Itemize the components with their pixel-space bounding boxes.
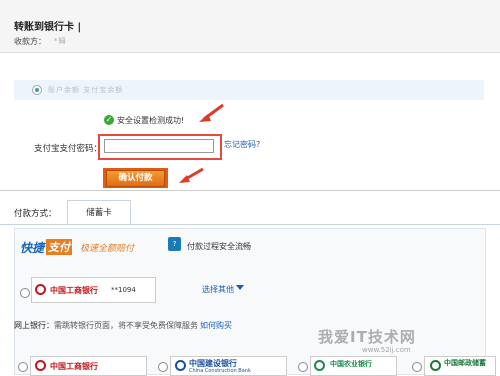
how-to-buy-link[interactable]: 如何购买: [200, 320, 232, 331]
password-label: 支付宝支付密码：: [34, 144, 103, 154]
account-radio[interactable]: [32, 85, 42, 95]
bank-radio[interactable]: [18, 362, 28, 372]
bank-name: 中国工商银行: [50, 362, 98, 371]
card-bank-name: 中国工商银行: [50, 286, 98, 295]
check-circle-icon: ✓: [104, 115, 114, 125]
express-pay-tagline: 极速全额赔付: [80, 244, 135, 254]
watermark: 我爱IT技术网: [318, 328, 416, 346]
bank-emblem-icon: [175, 360, 186, 371]
account-strip-text: 账户余额 支付宝余额: [48, 86, 124, 94]
card-tail-number: **1094: [111, 286, 136, 294]
card-radio[interactable]: [20, 288, 30, 298]
bank-radio[interactable]: [158, 362, 168, 372]
bank-emblem-icon: [314, 360, 325, 371]
bank-name: 中国农业银行: [330, 360, 372, 368]
bank-name: 中国邮政储蓄: [444, 359, 486, 367]
bank-english-name: China Construction Bank: [189, 368, 251, 374]
account-strip[interactable]: 账户余额 支付宝余额: [14, 80, 484, 100]
bank-emblem-icon: [35, 284, 46, 295]
tab-underline: [0, 224, 500, 225]
express-pay-logo-badge: 支付: [46, 239, 72, 255]
security-ok-text: 安全设置检测成功!: [117, 116, 185, 125]
payee-value: *姆: [54, 37, 67, 45]
bank-emblem-icon: [35, 360, 46, 371]
section-divider: [0, 190, 500, 191]
express-pay-logo: 快捷: [20, 241, 45, 255]
page-title: 转账到银行卡 |: [14, 22, 82, 33]
bank-emblem-icon: [430, 360, 441, 371]
flow-info-icon[interactable]: ?: [168, 237, 181, 251]
red-arrow-icon: [179, 167, 204, 183]
chevron-down-icon[interactable]: [236, 285, 244, 290]
security-flow-link[interactable]: 付款过程安全流畅: [187, 241, 251, 252]
bank-radio[interactable]: [298, 362, 308, 372]
tab-debit-card[interactable]: 储蓄卡: [67, 200, 131, 225]
red-arrow-icon: [199, 103, 224, 122]
choose-other-link[interactable]: 选择其他: [202, 284, 234, 295]
bank-radio[interactable]: [412, 362, 422, 372]
online-banking-label: 网上银行：: [14, 321, 54, 330]
confirm-pay-button[interactable]: 确认付款: [106, 170, 165, 187]
online-banking-note: 需跳转银行页面，将不享受免费保障服务: [54, 321, 198, 330]
forgot-password-link[interactable]: 忘记密码?: [224, 139, 260, 150]
payee-label: 收款方：: [14, 37, 46, 46]
watermark-url: www.52ij.com: [362, 346, 411, 354]
password-input[interactable]: [104, 139, 214, 153]
payment-method-label: 付款方式：: [14, 209, 57, 219]
